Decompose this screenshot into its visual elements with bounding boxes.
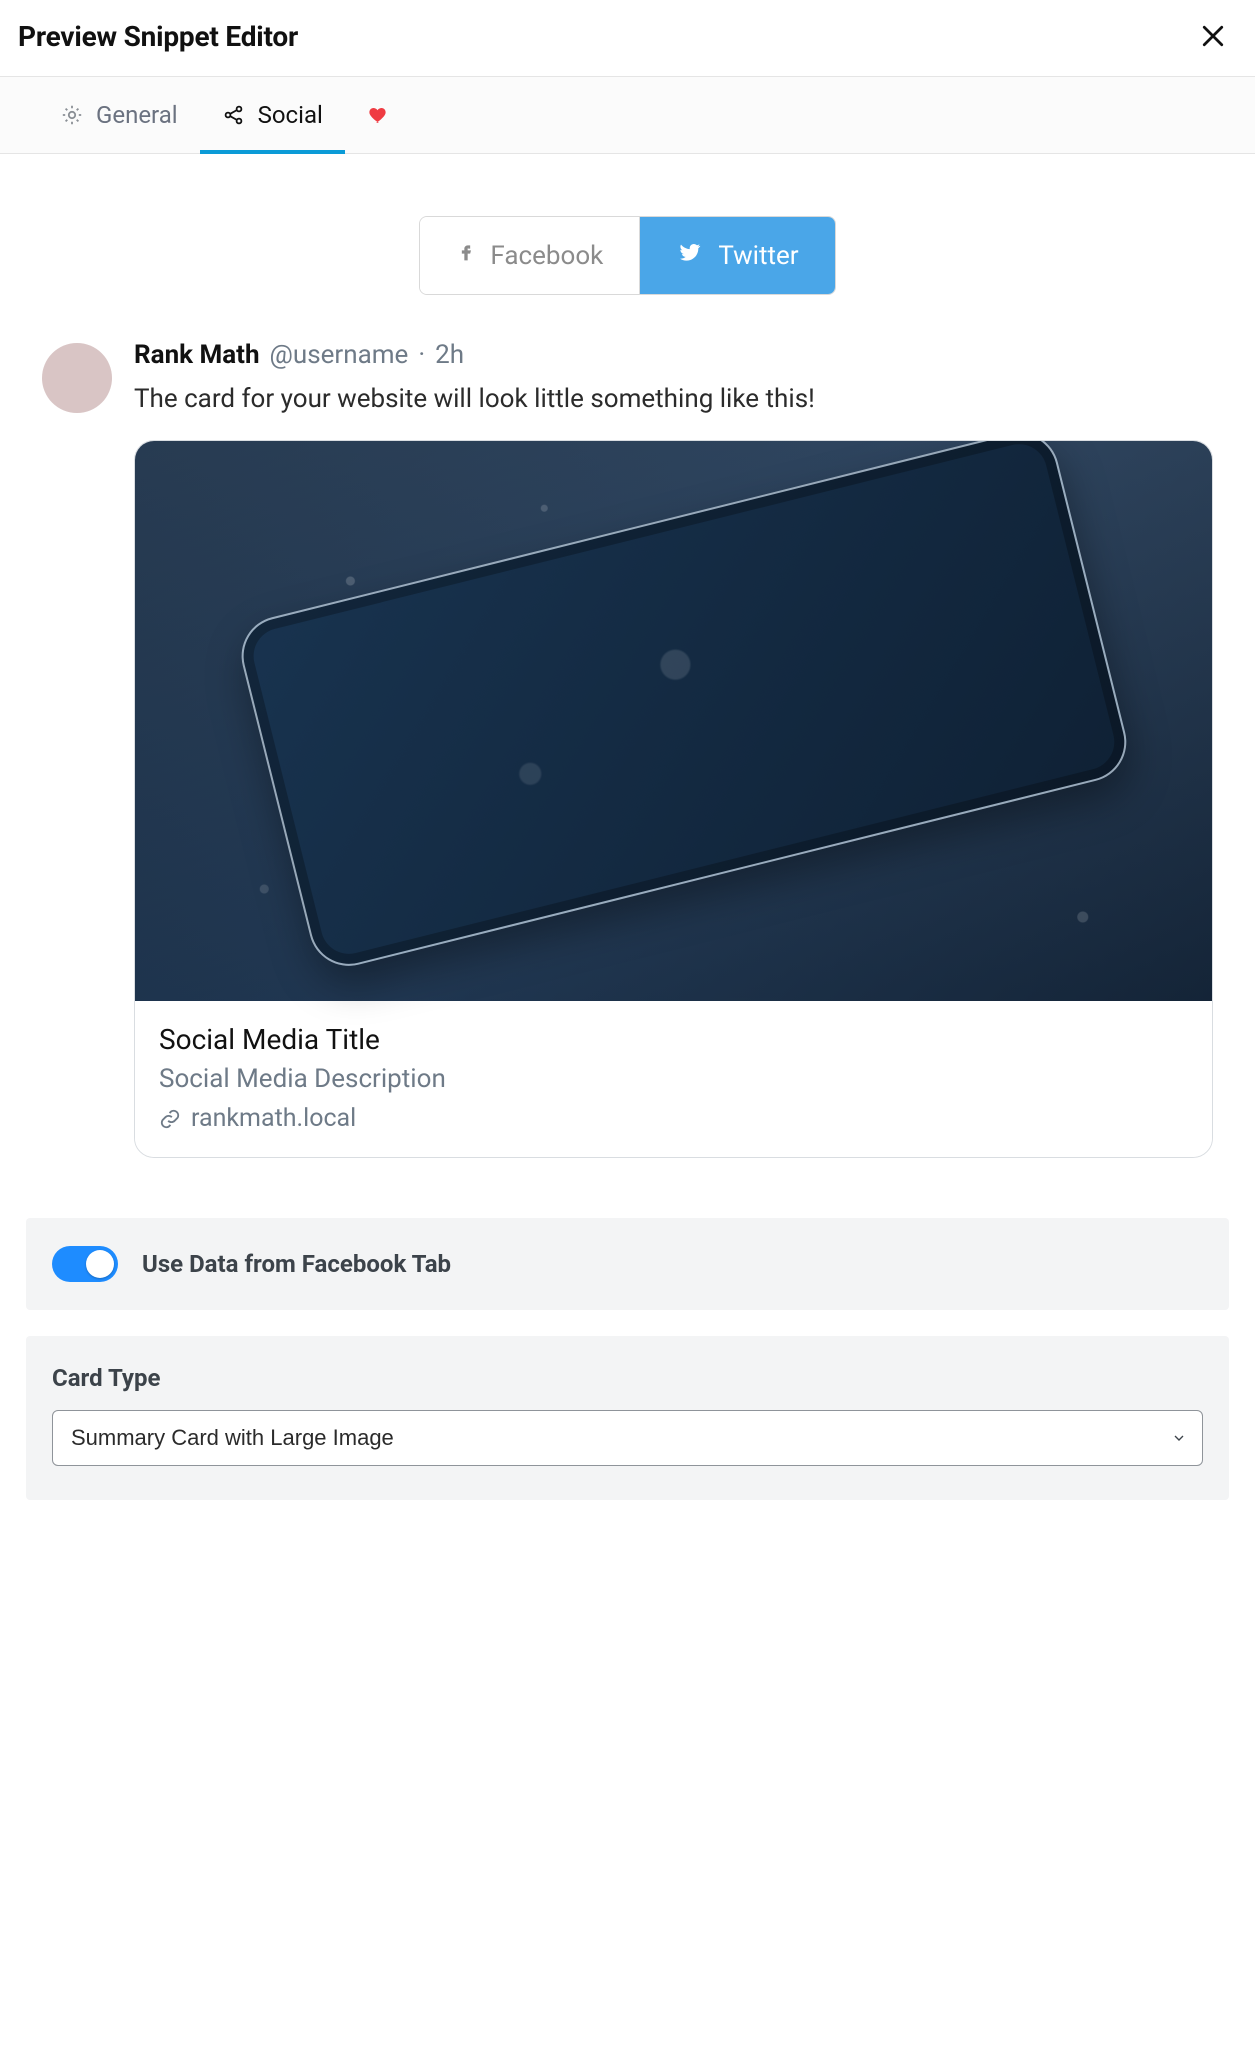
modal-header: Preview Snippet Editor bbox=[0, 0, 1255, 76]
tab-social[interactable]: Social bbox=[200, 77, 345, 153]
tweet-separator: · bbox=[418, 339, 425, 373]
modal-title: Preview Snippet Editor bbox=[18, 20, 298, 53]
heart-icon bbox=[367, 103, 391, 127]
panel-card-type: Card Type bbox=[26, 1336, 1229, 1500]
tab-favorite[interactable] bbox=[345, 77, 413, 153]
gear-icon bbox=[60, 103, 84, 127]
platform-twitter-label: Twitter bbox=[718, 241, 798, 271]
tweet-preview: Rank Math @username · 2h The card for yo… bbox=[0, 339, 1255, 1158]
tab-social-label: Social bbox=[258, 101, 323, 129]
tabs-bar: General Social bbox=[0, 76, 1255, 154]
twitter-card-title: Social Media Title bbox=[159, 1023, 1188, 1056]
twitter-card-domain-text: rankmath.local bbox=[191, 1104, 356, 1133]
tweet-author-handle: @username bbox=[270, 339, 409, 373]
twitter-card-image bbox=[135, 441, 1212, 1001]
tweet-text: The card for your website will look litt… bbox=[134, 381, 1213, 419]
toggle-use-facebook-data-label: Use Data from Facebook Tab bbox=[142, 1250, 451, 1278]
tweet-author-name: Rank Math bbox=[134, 339, 260, 373]
tab-general-label: General bbox=[96, 101, 178, 129]
link-icon bbox=[159, 1108, 181, 1130]
tweet-header: Rank Math @username · 2h bbox=[134, 339, 1213, 373]
share-icon bbox=[222, 103, 246, 127]
close-icon bbox=[1198, 21, 1228, 51]
twitter-card-description: Social Media Description bbox=[159, 1064, 1188, 1094]
close-button[interactable] bbox=[1195, 18, 1231, 54]
twitter-card[interactable]: Social Media Title Social Media Descript… bbox=[134, 440, 1213, 1158]
platform-facebook[interactable]: Facebook bbox=[420, 217, 640, 294]
toggle-use-facebook-data[interactable] bbox=[52, 1246, 118, 1282]
card-type-select[interactable] bbox=[52, 1410, 1203, 1466]
twitter-card-domain: rankmath.local bbox=[159, 1104, 1188, 1133]
twitter-icon bbox=[676, 240, 704, 271]
panel-use-facebook-data: Use Data from Facebook Tab bbox=[26, 1218, 1229, 1310]
avatar bbox=[42, 343, 112, 413]
card-type-label: Card Type bbox=[52, 1364, 1203, 1392]
tab-general[interactable]: General bbox=[38, 77, 200, 153]
platform-facebook-label: Facebook bbox=[490, 241, 603, 271]
platform-twitter[interactable]: Twitter bbox=[640, 217, 834, 294]
facebook-icon bbox=[456, 239, 476, 272]
platform-toggle: Facebook Twitter bbox=[0, 216, 1255, 295]
tweet-age: 2h bbox=[435, 339, 464, 373]
